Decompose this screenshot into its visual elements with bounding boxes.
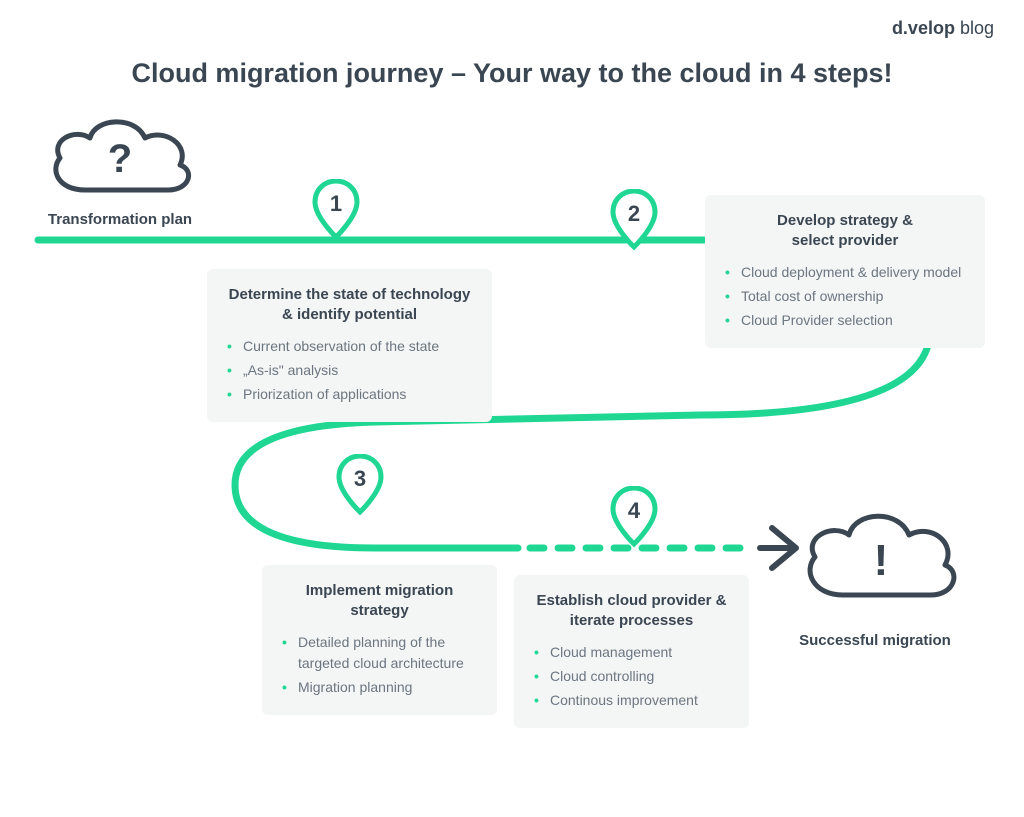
step-card-1-list: Current observation of the state „As-is"… — [227, 336, 472, 405]
step-card-2-list: Cloud deployment & delivery model Total … — [725, 262, 965, 331]
brand-logo: d.velop blog — [892, 18, 994, 39]
cloud-start-icon: ? — [40, 110, 200, 215]
step-number-1: 1 — [312, 191, 360, 217]
list-item: Cloud Provider selection — [725, 310, 965, 331]
list-item: Migration planning — [282, 677, 477, 698]
step-card-2-title: Develop strategy &select provider — [725, 211, 965, 252]
list-item: Priorization of applications — [227, 384, 472, 405]
step-number-2: 2 — [610, 201, 658, 227]
cloud-end-icon: ! — [795, 505, 965, 620]
end-cloud-label: Successful migration — [790, 632, 960, 649]
brand-light: blog — [955, 18, 994, 38]
step-marker-2: 2 — [610, 189, 658, 251]
svg-text:?: ? — [108, 137, 132, 181]
page-title: Cloud migration journey – Your way to th… — [0, 58, 1024, 89]
step-card-1: Determine the state of technology& ident… — [207, 269, 492, 422]
step-card-4-title: Establish cloud provider &iterate proces… — [534, 591, 729, 632]
step-marker-4: 4 — [610, 486, 658, 548]
step-number-4: 4 — [610, 498, 658, 524]
svg-text:!: ! — [874, 536, 889, 585]
brand-strong: d.velop — [892, 18, 955, 38]
step-card-3-title: Implement migrationstrategy — [282, 581, 477, 622]
step-marker-3: 3 — [336, 454, 384, 516]
step-card-3-list: Detailed planning of the targeted cloud … — [282, 632, 477, 698]
list-item: Cloud deployment & delivery model — [725, 262, 965, 283]
step-number-3: 3 — [336, 466, 384, 492]
start-cloud-label: Transformation plan — [40, 211, 200, 228]
list-item: Total cost of ownership — [725, 286, 965, 307]
step-card-2: Develop strategy &select provider Cloud … — [705, 195, 985, 348]
list-item: Current observation of the state — [227, 336, 472, 357]
step-card-4: Establish cloud provider &iterate proces… — [514, 575, 749, 728]
step-card-4-list: Cloud management Cloud controlling Conti… — [534, 642, 729, 711]
list-item: Cloud management — [534, 642, 729, 663]
list-item: Cloud controlling — [534, 666, 729, 687]
list-item: Detailed planning of the targeted cloud … — [282, 632, 477, 674]
list-item: Continous improvement — [534, 690, 729, 711]
step-card-1-title: Determine the state of technology& ident… — [227, 285, 472, 326]
step-marker-1: 1 — [312, 179, 360, 241]
list-item: „As-is" analysis — [227, 360, 472, 381]
step-card-3: Implement migrationstrategy Detailed pla… — [262, 565, 497, 715]
